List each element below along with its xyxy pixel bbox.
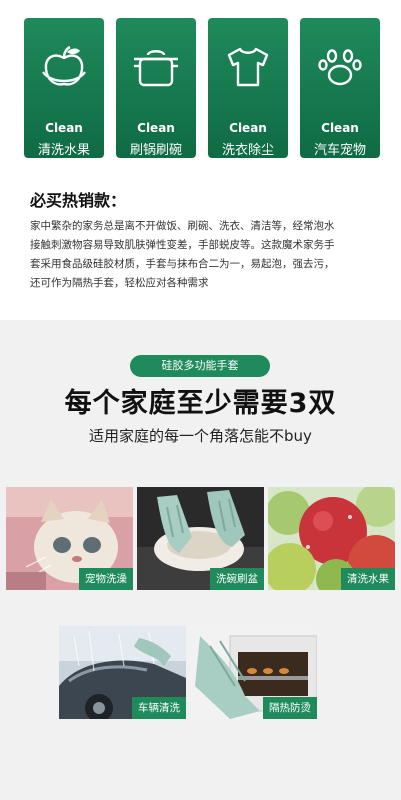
tile-label: 隔热防烫 (263, 697, 317, 719)
card-pet-en: Clean (321, 121, 359, 135)
card-clothes-en: Clean (229, 121, 267, 135)
card-clothes: Clean 洗衣除尘 (208, 18, 288, 158)
card-pet-zh: 汽车宠物 (313, 143, 366, 158)
feature-headline: 每个家庭至少需要3双 (64, 388, 337, 419)
hot-sale-line: 还可作为隔热手套，轻松应对各种需求 (30, 277, 209, 289)
apple-icon (24, 44, 104, 94)
tile-car-washing: 车辆清洗 (59, 626, 186, 719)
card-pot: Clean 刷锅刷碗 (116, 18, 196, 158)
tile-label: 清洗水果 (341, 568, 395, 590)
card-pot-en: Clean (137, 121, 175, 135)
tshirt-icon (208, 44, 288, 94)
tile-label: 洗碗刷盆 (210, 568, 264, 590)
tile-fruit: 清洗水果 (268, 487, 395, 590)
feature-pill: 硅胶多功能手套 (130, 355, 270, 377)
card-fruit: Clean 清洗水果 (24, 18, 104, 158)
hot-sale-title: 必买热销款： (30, 191, 127, 210)
hot-sale-line: 套采用食品级硅胶材质，手套与抹布合二为一，易起泡，强去污， (30, 258, 335, 270)
tile-dish-washing: 洗碗刷盆 (137, 487, 264, 590)
tile-pet-bath: 宠物洗澡 (6, 487, 133, 590)
feature-cards: Clean 清洗水果 Clean 刷锅刷碗 Clean 洗衣除尘 Clean 汽… (0, 0, 401, 165)
card-fruit-en: Clean (45, 121, 83, 135)
tile-label: 宠物洗澡 (79, 568, 133, 590)
card-pet: Clean 汽车宠物 (300, 18, 380, 158)
paw-icon (300, 44, 380, 94)
card-clothes-zh: 洗衣除尘 (221, 143, 274, 158)
card-fruit-zh: 清洗水果 (37, 143, 90, 158)
card-pot-zh: 刷锅刷碗 (129, 143, 182, 158)
pot-icon (116, 44, 196, 94)
tile-label: 车辆清洗 (132, 697, 186, 719)
feature-subline: 适用家庭的每一个角落怎能不buy (89, 427, 312, 445)
hot-sale-line: 接触刺激物容易导致肌肤弹性变差，手部蜕皮等。这款魔术家务手 (30, 239, 335, 251)
hot-sale-description: 家中繁杂的家务总是离不开做饭、刷碗、洗衣、清洁等，经常泡水 接触刺激物容易导致肌… (30, 217, 382, 293)
tile-heat-insulation: 隔热防烫 (190, 626, 317, 719)
hot-sale-line: 家中繁杂的家务总是离不开做饭、刷碗、洗衣、清洁等，经常泡水 (30, 220, 335, 232)
